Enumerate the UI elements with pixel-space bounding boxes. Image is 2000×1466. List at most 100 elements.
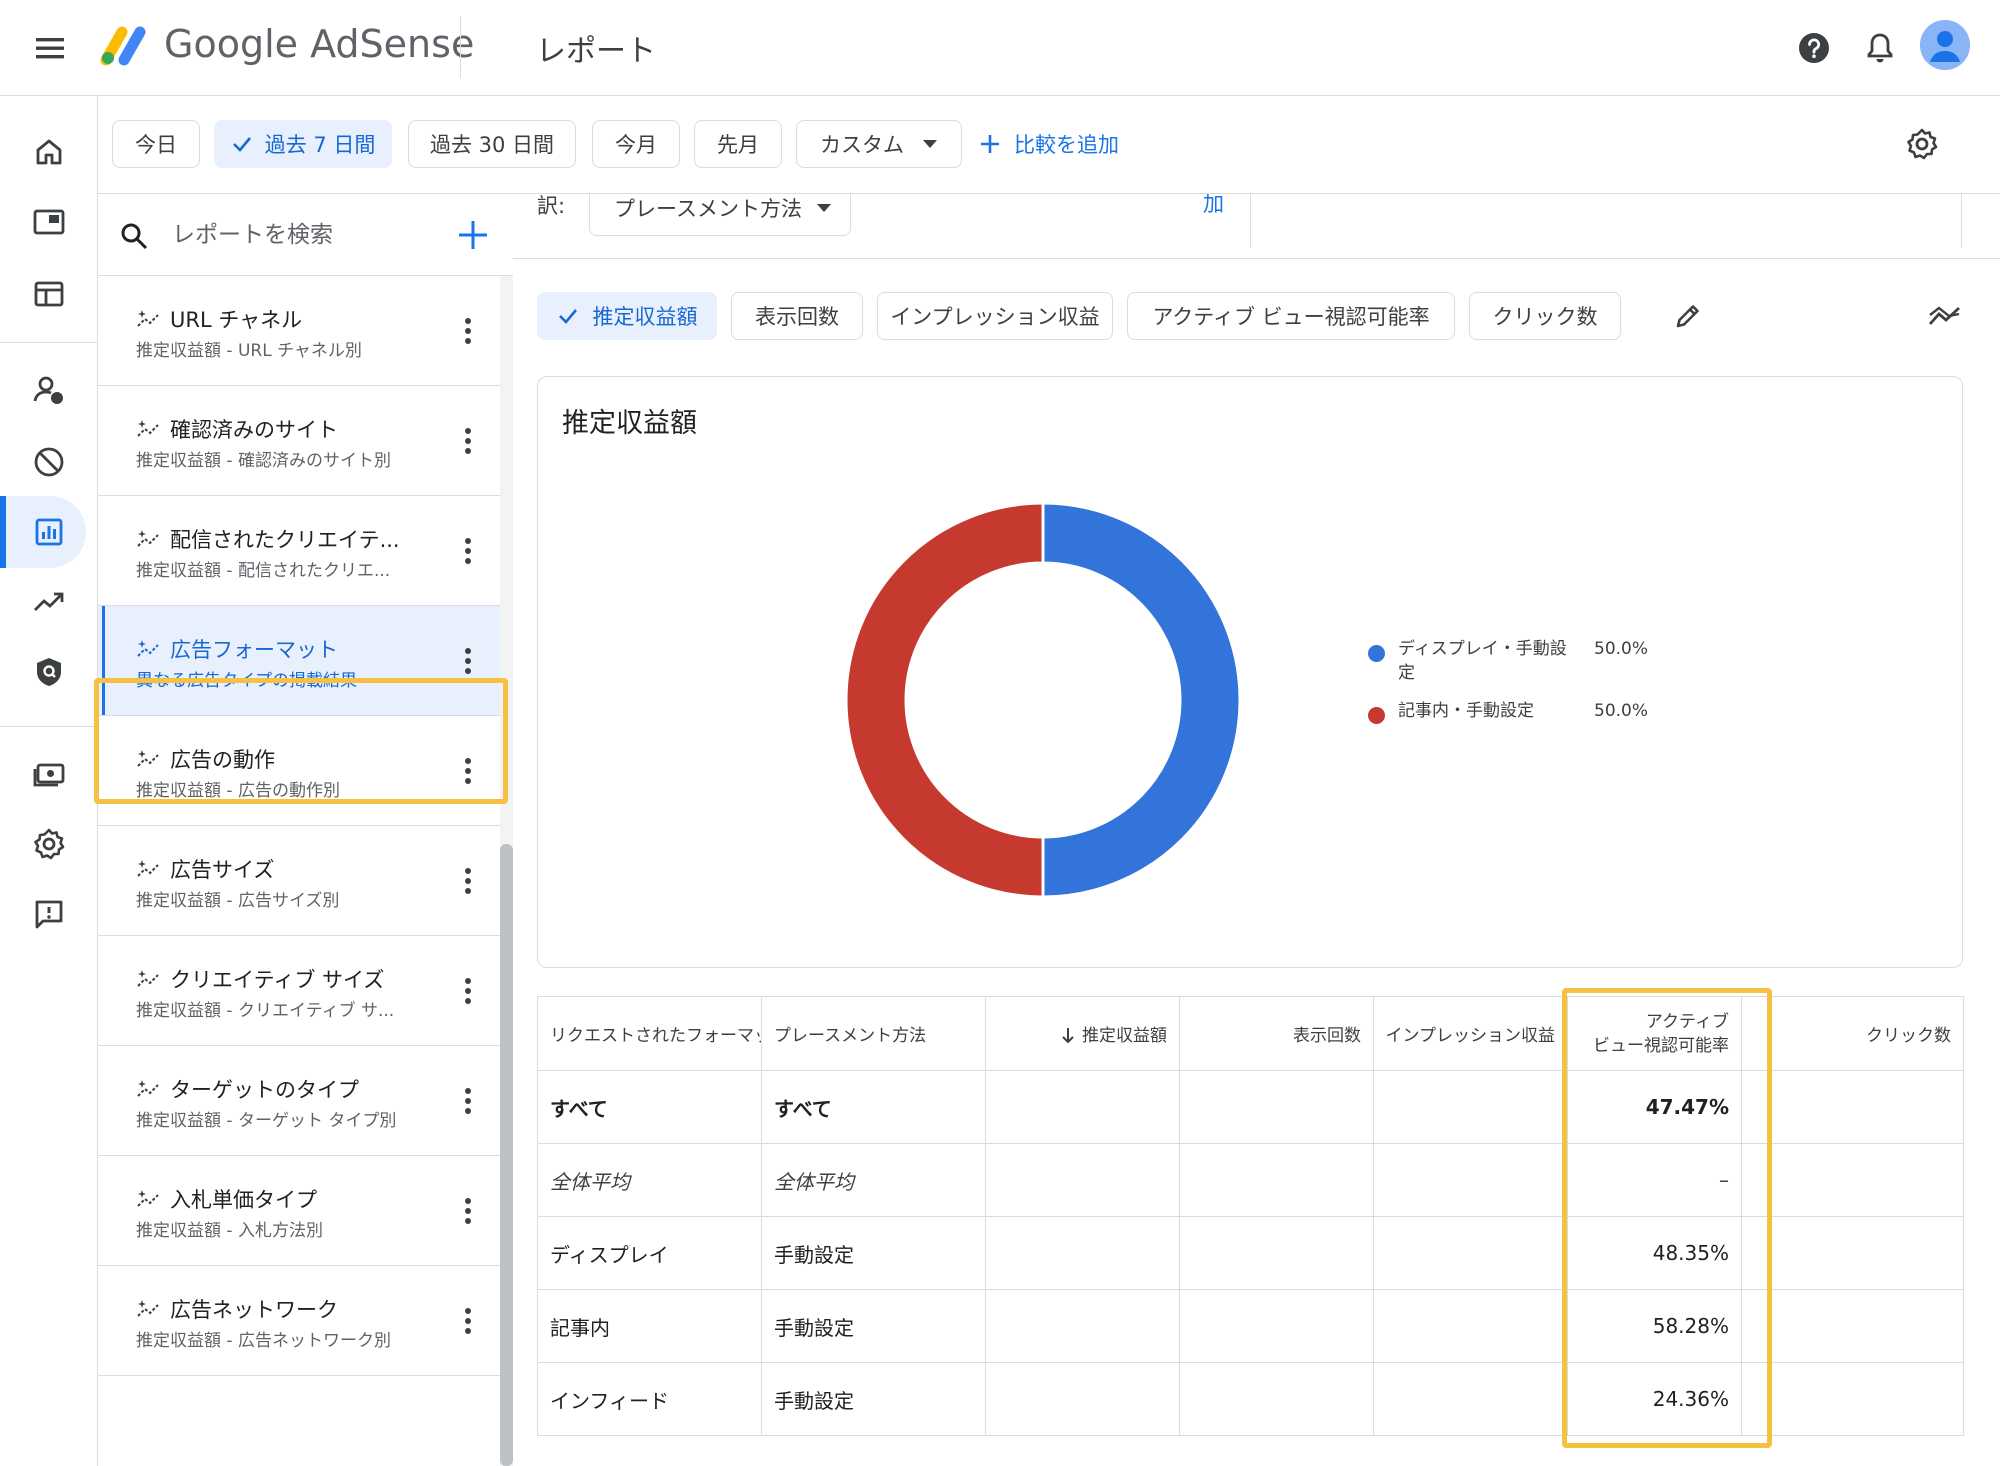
scrollbar-thumb[interactable] [500,844,513,1466]
more-vert-icon[interactable] [456,864,480,898]
placement-method-dropdown[interactable]: プレースメント方法 [589,194,851,236]
column-header-estimated-earnings[interactable]: 推定収益額 [985,996,1180,1071]
reports-icon[interactable] [29,512,69,552]
cell-impressions [1179,1216,1374,1290]
cell-clicks [1741,1216,1964,1290]
cell-clicks [1741,1143,1964,1217]
report-list-item[interactable]: 広告ネットワーク 推定収益額 - 広告ネットワーク別 [98,1266,500,1376]
column-header-requested-format[interactable]: リクエストされたフォーマット [537,996,762,1071]
date-chip-custom[interactable]: カスタム [796,120,962,168]
report-list-item[interactable]: 入札単価タイプ 推定収益額 - 入札方法別 [98,1156,500,1266]
column-header-placement-method[interactable]: プレースメント方法 [761,996,986,1071]
cell-impressions [1179,1143,1374,1217]
report-list: カスタム チャネル推定収益額 - カスタム チャネル別URL チャネル推定収益額… [98,276,500,1376]
more-vert-icon[interactable] [456,1194,480,1228]
report-search-bar [98,194,513,276]
donut-slice[interactable] [844,501,1045,899]
chart-card: 推定収益額 ディスプレイ・手動設定 50.0% 記事内・手動設定 50.0% [537,376,1963,968]
more-vert-icon[interactable] [456,754,480,788]
report-list-item[interactable]: 確認済みのサイト 推定収益額 - 確認済みのサイト別 [98,386,500,496]
metric-chip-active-view-viewability[interactable]: アクティブ ビュー視認可能率 [1127,292,1455,340]
date-chip-last-30-days[interactable]: 過去 30 日間 [408,120,576,168]
report-list-panel: カスタム チャネル推定収益額 - カスタム チャネル別URL チャネル推定収益額… [98,194,513,1466]
add-breakdown-link[interactable]: 加 [1203,194,1224,218]
legend-label: 記事内・手動設定 [1398,701,1534,721]
feedback-icon[interactable] [29,894,69,934]
date-chip-last-month[interactable]: 先月 [694,120,782,168]
report-item-subtitle: 推定収益額 - 確認済みのサイト別 [136,451,391,471]
payments-icon[interactable] [29,754,69,794]
column-header-impression-rpm[interactable]: インプレッション収益 [1373,996,1568,1071]
more-vert-icon[interactable] [456,534,480,568]
chart-type-trend-icon[interactable] [1927,300,1963,332]
cell-format: ディスプレイ [537,1216,762,1290]
dropdown-value: プレースメント方法 [614,197,802,221]
edit-metrics-pencil-icon[interactable] [1672,300,1704,332]
cell-viewability: 24.36% [1567,1362,1742,1436]
date-chip-this-month[interactable]: 今月 [592,120,680,168]
report-list-item[interactable]: クリエイティブ サイズ 推定収益額 - クリエイティブ サ... [98,936,500,1046]
report-list-item[interactable]: 配信されたクリエイテ... 推定収益額 - 配信されたクリエ... [98,496,500,606]
metric-chip-estimated-earnings[interactable]: 推定収益額 [537,292,717,340]
date-chip-last-7-days[interactable]: 過去 7 日間 [214,120,392,168]
donut-slice[interactable] [1041,501,1242,899]
report-list-item[interactable]: 広告サイズ 推定収益額 - 広告サイズ別 [98,826,500,936]
report-list-item[interactable]: ターゲットのタイプ 推定収益額 - ターゲット タイプ別 [98,1046,500,1156]
column-header-impressions[interactable]: 表示回数 [1179,996,1374,1071]
brand-safety-icon[interactable] [29,652,69,692]
help-icon[interactable] [1792,26,1836,70]
cell-impressions [1179,1070,1374,1144]
more-vert-icon[interactable] [456,314,480,348]
report-list-item[interactable]: URL チャネル 推定収益額 - URL チャネル別 [98,276,500,386]
sites-icon[interactable] [29,274,69,314]
legend-entry[interactable]: ディスプレイ・手動設定 50.0% [1368,637,1668,699]
report-list-item[interactable]: 広告フォーマット 異なる広告タイプの掲載結果 [98,606,500,716]
cell-viewability: – [1567,1143,1742,1217]
report-item-subtitle: 推定収益額 - URL チャネル別 [136,341,362,361]
metric-chip-clicks[interactable]: クリック数 [1469,292,1621,340]
metric-chip-label: アクティブ ビュー視認可能率 [1152,305,1430,329]
report-list-item[interactable]: 広告の動作 推定収益額 - 広告の動作別 [98,716,500,826]
more-vert-icon[interactable] [456,644,480,678]
more-vert-icon[interactable] [456,424,480,458]
report-search-input[interactable] [170,214,410,256]
more-vert-icon[interactable] [456,1084,480,1118]
column-header-clicks[interactable]: クリック数 [1741,996,1964,1071]
add-report-plus-icon[interactable] [454,216,492,254]
legend-value: 50.0% [1594,639,1649,659]
date-chip-today[interactable]: 今日 [112,120,200,168]
metric-chip-impression-rpm[interactable]: インプレッション収益 [877,292,1113,340]
add-comparison-button[interactable]: 比較を追加 [978,124,1119,164]
blocking-controls-icon[interactable] [29,442,69,482]
optimization-trend-icon[interactable] [29,582,69,622]
date-chip-label: 過去 7 日間 [264,133,376,157]
settings-gear-icon[interactable] [29,824,69,864]
privacy-messaging-icon[interactable] [29,370,69,410]
metric-chip-impressions[interactable]: 表示回数 [731,292,863,340]
sparkle-trend-icon [137,970,159,987]
ads-icon[interactable] [29,202,69,242]
sparkle-trend-icon [137,750,159,767]
legend-entry[interactable]: 記事内・手動設定 50.0% [1368,699,1668,749]
column-header-label: インプレッション収益 [1385,1026,1556,1046]
cell-clicks [1741,1070,1964,1144]
date-chip-label: カスタム [820,133,904,157]
more-vert-icon[interactable] [456,974,480,1008]
search-icon [118,220,150,252]
account-avatar[interactable] [1920,20,1970,70]
report-list-viewport: カスタム チャネル推定収益額 - カスタム チャネル別URL チャネル推定収益額… [98,276,500,1466]
cell-estimated-earnings [985,1070,1180,1144]
cell-placement: 全体平均 [761,1143,986,1217]
caret-down-icon [923,140,937,148]
home-icon[interactable] [29,132,69,172]
menu-icon[interactable] [28,28,72,68]
divider [1250,194,1251,248]
more-vert-icon[interactable] [456,1304,480,1338]
cell-format: すべて [537,1070,762,1144]
report-item-title: 広告ネットワーク [170,1298,338,1322]
notifications-bell-icon[interactable] [1858,26,1902,70]
cell-impressions [1179,1362,1374,1436]
column-header-active-view-viewability[interactable]: アクティブ ビュー視認可能率 [1567,996,1742,1071]
report-settings-gear-icon[interactable] [1902,124,1942,164]
cell-placement: 手動設定 [761,1289,986,1363]
